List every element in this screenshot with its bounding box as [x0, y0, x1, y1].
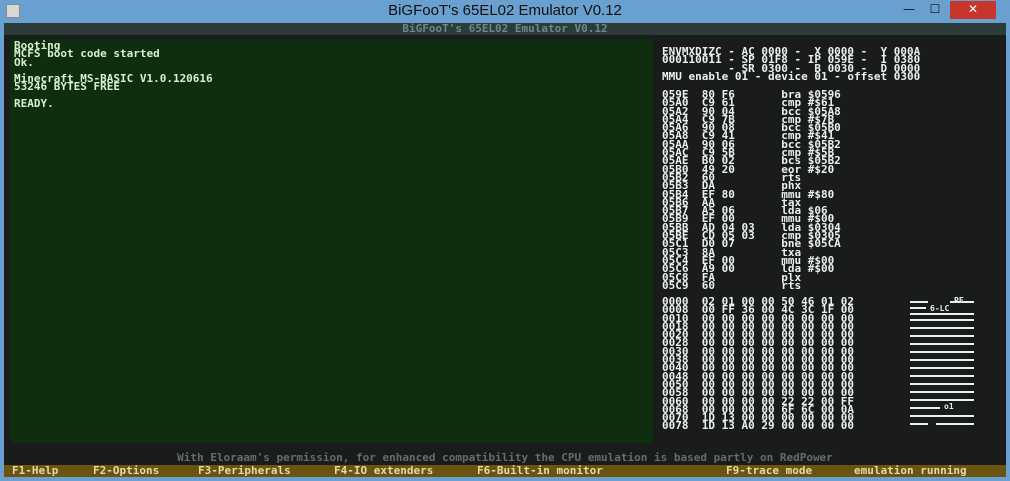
- io-bar: [910, 423, 928, 425]
- title-bar[interactable]: BiGFooT's 65EL02 Emulator V0.12 — ☐ ✕: [0, 0, 1010, 23]
- io-bar: [910, 301, 928, 303]
- disassembly-panel: 059E 80 F6 bra $0596 05A0 C9 61 cmp #$61 0…: [662, 89, 841, 292]
- io-bar: [910, 343, 974, 345]
- io-bar: [910, 383, 974, 385]
- credit-line: With Eloraam's permission, for enhanced …: [177, 451, 833, 464]
- io-label-pf: PF: [954, 296, 964, 305]
- io-label-o1: o1: [944, 402, 954, 411]
- memory-line: 0078 1D 13 A0 29 00 00 00 00: [662, 419, 855, 433]
- minimize-button[interactable]: —: [896, 1, 922, 19]
- function-key-bar: F1-Help F2-Options F3-Peripherals F4-IO …: [4, 465, 1006, 477]
- io-bar: [936, 423, 974, 425]
- f9-trace-mode-key[interactable]: F9-trace mode: [726, 465, 812, 477]
- emulator-client-area: BiGFooT's 65EL02 Emulator V0.12 Booting M…: [4, 23, 1006, 477]
- window-title: BiGFooT's 65EL02 Emulator V0.12: [388, 2, 622, 19]
- register-line: MMU enable 01 - device 01 - offset 0300: [662, 69, 921, 83]
- inner-title-bar: BiGFooT's 65EL02 Emulator V0.12: [4, 23, 1006, 35]
- terminal-output: Booting MCFS boot code started Ok. Minecra…: [14, 40, 213, 111]
- io-bar: [910, 351, 974, 353]
- io-bar: [910, 313, 974, 315]
- io-bar: [910, 399, 974, 401]
- memory-dump-panel: 0000 02 01 00 00 50 46 01 02 0008 00 FF 3…: [662, 296, 855, 433]
- io-bar: [910, 319, 974, 321]
- io-bar: [910, 415, 974, 417]
- io-bar: [910, 407, 940, 409]
- io-bar: [910, 375, 974, 377]
- maximize-button[interactable]: ☐: [922, 1, 948, 19]
- io-bar: [910, 359, 974, 361]
- terminal-screen[interactable]: Booting MCFS boot code started Ok. Minecra…: [10, 39, 653, 443]
- io-bar: [910, 367, 974, 369]
- io-bar: [910, 307, 926, 309]
- io-bar: [910, 327, 974, 329]
- io-status-panel: PF 6-LC o1: [910, 296, 974, 432]
- io-label-6lc: 6-LC: [930, 304, 950, 313]
- terminal-line: READY.: [14, 97, 54, 111]
- f1-help-key[interactable]: F1-Help: [12, 465, 58, 477]
- f6-monitor-key[interactable]: F6-Built-in monitor: [477, 465, 603, 477]
- io-bar: [910, 391, 974, 393]
- terminal-line: MCFS boot code started: [14, 47, 160, 61]
- f4-io-extenders-key[interactable]: F4-IO extenders: [334, 465, 433, 477]
- register-panel: ENVMXDIZC - AC 0000 - X 0000 - Y 000A 000…: [662, 46, 921, 83]
- close-button[interactable]: ✕: [950, 1, 996, 19]
- emulator-window: BiGFooT's 65EL02 Emulator V0.12 — ☐ ✕ Bi…: [0, 0, 1010, 481]
- f3-peripherals-key[interactable]: F3-Peripherals: [198, 465, 291, 477]
- io-bar: [910, 335, 974, 337]
- emulation-status: emulation running: [854, 464, 967, 477]
- disassembly-line: 05C9 60 rts: [662, 278, 802, 292]
- f2-options-key[interactable]: F2-Options: [93, 465, 159, 477]
